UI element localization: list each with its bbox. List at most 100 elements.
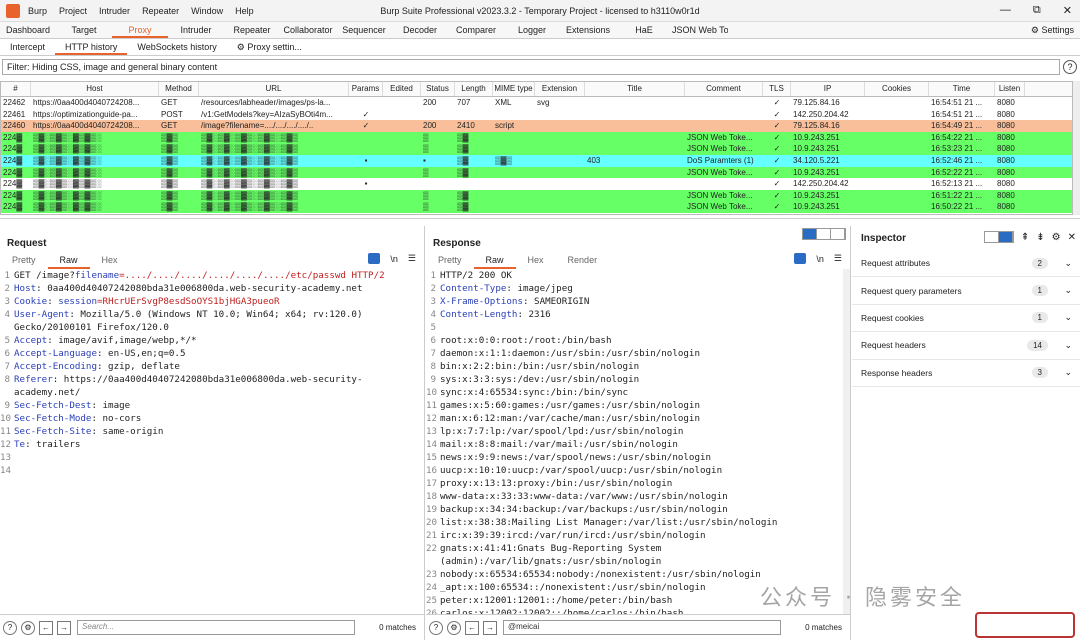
layout-right-icon[interactable] <box>998 232 1013 242</box>
column-header--[interactable]: # <box>1 82 31 96</box>
tab-collaborator[interactable]: Collaborator <box>280 22 336 38</box>
inspector-section-request-cookies[interactable]: Request cookies 1 ⌄ <box>852 305 1080 333</box>
column-header-params[interactable]: Params <box>349 82 383 96</box>
split-horizontal-icon[interactable] <box>803 229 817 239</box>
settings-button[interactable]: ⚙ Settings <box>1031 25 1074 36</box>
layout-toggle[interactable] <box>802 228 846 240</box>
inspector-section-response-headers[interactable]: Response headers 3 ⌄ <box>852 360 1080 387</box>
column-header-edited[interactable]: Edited <box>383 82 421 96</box>
newline-toggle-icon[interactable]: \n <box>816 254 824 264</box>
inspector-section-request-attributes[interactable]: Request attributes 2 ⌄ <box>852 250 1080 278</box>
chevron-down-icon[interactable]: ⌄ <box>1064 340 1072 351</box>
filter-input[interactable]: Filter: Hiding CSS, image and general bi… <box>2 59 1060 75</box>
menu-icon[interactable]: ☰ <box>834 253 842 264</box>
inspector-layout-toggle[interactable] <box>983 231 1014 243</box>
table-scrollbar[interactable] <box>1073 81 1080 215</box>
column-header-host[interactable]: Host <box>31 82 159 96</box>
column-header-url[interactable]: URL <box>199 82 349 96</box>
tab-decoder[interactable]: Decoder <box>392 22 448 38</box>
column-header-mime-type[interactable]: MIME type <box>493 82 535 96</box>
next-match-button[interactable]: → <box>483 620 497 635</box>
menu-item-burp[interactable]: Burp <box>28 6 47 16</box>
proxy-tab-0[interactable]: Intercept <box>0 39 55 55</box>
table-row[interactable]: 224▓ ▒▓░▒▓▒░▓▒▓▒░ ▒▓▒ ▒▓░▒▓░▒▓▒░▒▓▒░▒▓▒ ▪ ✓ 14… <box>1 178 1072 190</box>
request-tab-raw[interactable]: Raw <box>47 253 90 269</box>
chevron-down-icon[interactable]: ⌄ <box>1064 312 1072 323</box>
tab-dashboard[interactable]: Dashboard <box>0 22 56 38</box>
settings-gear-icon[interactable]: ⚙ <box>21 620 35 635</box>
table-row[interactable]: 224▓ ▒▓░▒▓▒░▓▒▓▒░ ▒▓▒ ▒▓░▒▓░▒▓▒░▒▓▒░▒▓▒ ▪ ▪ ▒▓… <box>1 154 1072 167</box>
menu-item-help[interactable]: Help <box>235 6 254 16</box>
tab-logger[interactable]: Logger <box>504 22 560 38</box>
response-tab-hex[interactable]: Hex <box>516 253 556 269</box>
restore-icon[interactable]: ⧉ <box>1033 4 1041 17</box>
response-tab-raw[interactable]: Raw <box>473 253 516 269</box>
response-search-input[interactable]: @meicai <box>503 620 781 635</box>
column-header-tls[interactable]: TLS <box>763 82 791 96</box>
table-row[interactable]: 224▓ ▒▓░▒▓▒░▓▒▓▒░ ▒▓▒ ▒▓░▒▓░▒▓▒░▒▓▒░▒▓▒ ▒ ▒▓ J… <box>1 166 1072 179</box>
table-row[interactable]: 224▓ ▒▓░▒▓▒░▓▒▓▒░ ▒▓▒ ▒▓░▒▓░▒▓▒░▒▓▒░▒▓▒ ▒ ▒▓ J… <box>1 201 1072 213</box>
proxy-tab-1[interactable]: HTTP history <box>55 39 128 55</box>
previous-match-button[interactable]: ← <box>465 620 479 635</box>
message-actions-icon[interactable] <box>794 253 807 264</box>
tabs-layout-icon[interactable] <box>831 229 845 239</box>
layout-left-icon[interactable] <box>984 232 999 242</box>
inspector-settings-icon[interactable]: ⚙ <box>1052 232 1061 243</box>
tab-json-web-tokens[interactable]: JSON Web Tokens <box>672 22 728 38</box>
tab-comparer[interactable]: Comparer <box>448 22 504 38</box>
previous-match-button[interactable]: ← <box>39 620 53 635</box>
column-header-title[interactable]: Title <box>585 82 685 96</box>
tab-extensions[interactable]: Extensions <box>560 22 616 38</box>
table-row[interactable]: 224▓ ▒▓░▒▓▒░▓▒▓▒░ ▒▓▒ ▒▓░▒▓░▒▓▒░▒▓▒░▒▓▒ ▒ ▒▓ J… <box>1 189 1072 202</box>
menu-item-window[interactable]: Window <box>191 6 223 16</box>
close-window-icon[interactable]: ✕ <box>1063 4 1072 17</box>
column-header-length[interactable]: Length <box>455 82 493 96</box>
help-circle-icon[interactable]: ? <box>429 620 443 635</box>
request-tab-pretty[interactable]: Pretty <box>0 253 48 269</box>
tab-sequencer[interactable]: Sequencer <box>336 22 392 38</box>
inspector-section-request-headers[interactable]: Request headers 14 ⌄ <box>852 332 1080 360</box>
chevron-down-icon[interactable]: ⌄ <box>1064 258 1072 269</box>
settings-gear-icon[interactable]: ⚙ <box>447 620 461 635</box>
menu-item-repeater[interactable]: Repeater <box>142 6 179 16</box>
menu-item-project[interactable]: Project <box>59 6 87 16</box>
tab-intruder[interactable]: Intruder <box>168 22 224 38</box>
help-circle-icon[interactable]: ? <box>3 620 17 635</box>
column-header-listen[interactable]: Listen <box>995 82 1025 96</box>
response-tab-render[interactable]: Render <box>556 253 610 269</box>
column-header-cookies[interactable]: Cookies <box>865 82 929 96</box>
table-row[interactable]: 22460 https://0aa400d4040724208... GET/ima… <box>1 120 1072 132</box>
response-editor[interactable]: 1 HTTP/2 200 OK 2 Content-Type: image/jpeg 3… <box>426 269 836 615</box>
menu-icon[interactable]: ☰ <box>408 253 416 264</box>
column-header-time[interactable]: Time <box>929 82 995 96</box>
split-vertical-icon[interactable] <box>817 229 831 239</box>
column-header-status[interactable]: Status <box>421 82 455 96</box>
menu-item-intruder[interactable]: Intruder <box>99 6 130 16</box>
chevron-down-icon[interactable]: ⌄ <box>1064 285 1072 296</box>
tab-proxy[interactable]: Proxy <box>112 22 168 38</box>
table-row[interactable]: 224▓ ▒▓░▒▓▒░▓▒▓▒░ ▒▓▒ ▒▓░▒▓░▒▓▒░▒▓▒░▒▓▒ ▒ ▒▓ J… <box>1 143 1072 155</box>
newline-toggle-icon[interactable]: \n <box>390 254 398 264</box>
tab-hae[interactable]: HaE <box>616 22 672 38</box>
response-tab-pretty[interactable]: Pretty <box>426 253 474 269</box>
chevron-down-icon[interactable]: ⌄ <box>1064 367 1072 378</box>
help-icon[interactable]: ? <box>1063 60 1077 74</box>
inspector-section-request-query-parameters[interactable]: Request query parameters 1 ⌄ <box>852 277 1080 305</box>
message-actions-icon[interactable] <box>368 253 381 264</box>
collapse-all-icon[interactable]: ⇞ <box>1021 232 1029 243</box>
next-match-button[interactable]: → <box>57 620 71 635</box>
pane-splitter[interactable] <box>0 218 1080 225</box>
request-editor[interactable]: 1 GET /image?filename=..../..../..../....… <box>0 269 418 615</box>
request-tab-hex[interactable]: Hex <box>90 253 130 269</box>
close-icon[interactable]: ✕ <box>1068 232 1076 243</box>
minimize-icon[interactable]: — <box>1000 4 1011 17</box>
proxy-tab-3[interactable]: ⚙ Proxy settin... <box>227 39 312 55</box>
proxy-tab-2[interactable]: WebSockets history <box>127 39 226 55</box>
request-search-input[interactable]: Search... <box>77 620 355 635</box>
column-header-ip[interactable]: IP <box>791 82 865 96</box>
table-row[interactable]: 22461 https://optimizationguide-pa... POST… <box>1 108 1072 121</box>
table-row[interactable]: 22462 https://0aa400d4040724208... GET/res… <box>1 97 1072 109</box>
table-row[interactable]: 224▓ ▒▓░▒▓▒░▓▒▓▒░ ▒▓▒ ▒▓░▒▓░▒▓▒░▒▓▒░▒▓▒ ▒ ▒▓ J… <box>1 131 1072 144</box>
column-header-comment[interactable]: Comment <box>685 82 763 96</box>
column-header-method[interactable]: Method <box>159 82 199 96</box>
